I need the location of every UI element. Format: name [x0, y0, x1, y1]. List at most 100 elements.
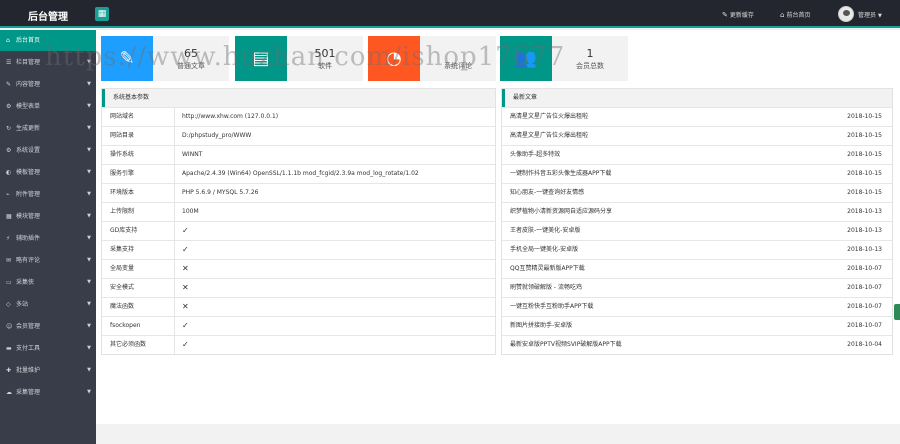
side-float-tab[interactable]: [894, 304, 900, 320]
list-item[interactable]: QQ互赞精灵最新版APP下载 2018-10-07: [502, 259, 892, 278]
cross-icon: ✕: [182, 264, 189, 273]
update-cache-link[interactable]: ✎ 更新缓存: [722, 10, 754, 19]
chevron-down-icon: ▼: [87, 345, 91, 351]
table-row: 环境版本 PHP 5.6.9 / MYSQL 5.7.26: [102, 183, 495, 202]
article-title[interactable]: 王者皮肤-一键美化-安卓版: [510, 222, 580, 240]
list-item[interactable]: 刷赞就领破解版 - 流畅吃鸡 2018-10-07: [502, 278, 892, 297]
table-row: 其它必须函数 ✓: [102, 335, 495, 354]
list-item[interactable]: 高清星文星广告位火爆出租啦 2018-10-15: [502, 107, 892, 126]
sidebar-item-label: 模型表单: [16, 103, 41, 110]
sidebar-item[interactable]: ☺ 会员管理 ▼: [0, 316, 96, 337]
cloud-icon: ☁: [6, 389, 12, 396]
sidebar: ⌂ 后台首页 ☰ 栏目管理 ▼ ✎ 内容管理 ▼ ⚙ 模型表单 ▼ ↻ 生成更新 ▼ ⚙ 系统设置 ▼ ◐ 模板管理…: [0, 30, 96, 444]
article-title[interactable]: 高清星文星广告位火爆出租啦: [510, 127, 588, 145]
article-date: 2018-10-13: [847, 227, 882, 234]
sidebar-item[interactable]: ✚ 批量维护 ▼: [0, 360, 96, 381]
article-date: 2018-10-07: [847, 322, 882, 329]
article-title[interactable]: 一键互粉快手互粉助手APP下载: [510, 298, 593, 316]
chevron-down-icon: ▼: [87, 323, 91, 329]
update-cache-label: 更新缓存: [729, 12, 754, 19]
home-icon: ⌂: [780, 11, 785, 19]
article-date: 2018-10-13: [847, 246, 882, 253]
article-date: 2018-10-15: [847, 132, 882, 139]
list-item[interactable]: 知心朋友-一键查询好友情感 2018-10-15: [502, 183, 892, 202]
sidebar-item[interactable]: ▭ 采集侠 ▼: [0, 272, 96, 293]
list-item[interactable]: 王者皮肤-一键美化-安卓版 2018-10-13: [502, 221, 892, 240]
param-key: 服务引擎: [110, 170, 135, 177]
column-divider: [174, 260, 175, 278]
article-title[interactable]: 手机全局一键美化-安卓版: [510, 241, 578, 259]
sidebar-item-label: 附件管理: [16, 191, 41, 198]
list-item[interactable]: 一键制作抖音五彩头像生成器APP下载 2018-10-15: [502, 164, 892, 183]
list-item[interactable]: 最新安卓版PPTV视频SVIP破解版APP下载 2018-10-04: [502, 335, 892, 354]
list-item[interactable]: 高清星文星广告位火爆出租啦 2018-10-15: [502, 126, 892, 145]
check-icon: ✓: [182, 245, 189, 254]
param-key: 网站目录: [110, 132, 135, 139]
chevron-down-icon: ▼: [87, 257, 91, 263]
param-key: 环境版本: [110, 189, 135, 196]
gear-icon: ⚙: [6, 147, 12, 154]
sidebar-item[interactable]: ⚙ 系统设置 ▼: [0, 140, 96, 161]
avatar[interactable]: [838, 6, 854, 22]
article-title[interactable]: 新图片拼接助手-安卓版: [510, 317, 572, 335]
chevron-down-icon: ▼: [87, 279, 91, 285]
sidebar-item[interactable]: ⌁ 附件管理 ▼: [0, 184, 96, 205]
sidebar-item[interactable]: ⚙ 模型表单 ▼: [0, 96, 96, 117]
home-icon: ⌂: [6, 37, 10, 44]
article-title[interactable]: 头像助手-超多特效: [510, 146, 560, 164]
article-title[interactable]: 织梦植物小清新资源网自适应源码分享: [510, 203, 612, 221]
gear-icon: ⚙: [6, 103, 12, 110]
brand-title: 后台管理: [28, 12, 68, 23]
sidebar-item-label: 采集管理: [16, 389, 41, 396]
chevron-down-icon: ▼: [87, 301, 91, 307]
article-title[interactable]: 高清星文星广告位火爆出租啦: [510, 108, 588, 126]
column-divider: [174, 165, 175, 183]
column-divider: [174, 222, 175, 240]
list-item[interactable]: 头像助手-超多特效 2018-10-15: [502, 145, 892, 164]
table-row: 网站目录 D:/phpstudy_pro/WWW: [102, 126, 495, 145]
sidebar-item[interactable]: ☁ 采集管理 ▼: [0, 382, 96, 403]
admin-label: 管理员: [858, 12, 877, 19]
table-row: fsockopen ✓: [102, 316, 495, 335]
cross-icon: ✕: [182, 283, 189, 292]
card-icon: ▬: [6, 345, 12, 352]
column-divider: [174, 317, 175, 335]
table-row: 上传限制 100M: [102, 202, 495, 221]
sidebar-item[interactable]: ⚡ 辅助插件 ▼: [0, 228, 96, 249]
sidebar-item-label: 内容管理: [16, 81, 41, 88]
plug-icon: ⚡: [6, 235, 11, 242]
site-home-link[interactable]: ⌂ 前台首页: [780, 10, 810, 19]
sidebar-item-label: 系统设置: [16, 147, 41, 154]
article-date: 2018-10-04: [847, 341, 882, 348]
sidebar-item-label: 会员管理: [16, 323, 41, 330]
article-title[interactable]: 知心朋友-一键查询好友情感: [510, 184, 584, 202]
param-key: 网站域名: [110, 113, 135, 120]
column-divider: [174, 279, 175, 297]
column-divider: [174, 336, 175, 354]
article-title[interactable]: QQ互赞精灵最新版APP下载: [510, 260, 585, 278]
admin-menu[interactable]: 管理员 ▼: [858, 10, 882, 19]
sidebar-item[interactable]: ▦ 模块管理 ▼: [0, 206, 96, 227]
article-title[interactable]: 刷赞就领破解版 - 流畅吃鸡: [510, 279, 582, 297]
param-key: 全局变量: [110, 265, 135, 272]
sidebar-item[interactable]: ✉ 略有评论 ▼: [0, 250, 96, 271]
article-title[interactable]: 最新安卓版PPTV视频SVIP破解版APP下载: [510, 336, 622, 354]
list-item[interactable]: 新图片拼接助手-安卓版 2018-10-07: [502, 316, 892, 335]
sidebar-item[interactable]: ✎ 内容管理 ▼: [0, 74, 96, 95]
sidebar-item[interactable]: ◇ 多站 ▼: [0, 294, 96, 315]
brush-icon: ✎: [722, 11, 728, 19]
list-item[interactable]: 织梦植物小清新资源网自适应源码分享 2018-10-13: [502, 202, 892, 221]
chevron-down-icon: ▼: [87, 147, 91, 153]
grid-icon[interactable]: ▦: [95, 7, 109, 21]
sidebar-item[interactable]: ↻ 生成更新 ▼: [0, 118, 96, 139]
article-title[interactable]: 一键制作抖音五彩头像生成器APP下载: [510, 165, 611, 183]
list-icon: ☰: [6, 59, 12, 66]
list-item[interactable]: 一键互粉快手互粉助手APP下载 2018-10-07: [502, 297, 892, 316]
param-value: PHP 5.6.9 / MYSQL 5.7.26: [182, 189, 259, 196]
check-icon: ✓: [182, 226, 189, 235]
column-divider: [174, 298, 175, 316]
sidebar-item[interactable]: ◐ 模板管理 ▼: [0, 162, 96, 183]
list-item[interactable]: 手机全局一键美化-安卓版 2018-10-13: [502, 240, 892, 259]
param-key: 采集支持: [110, 246, 135, 253]
sidebar-item[interactable]: ▬ 支付工具 ▼: [0, 338, 96, 359]
